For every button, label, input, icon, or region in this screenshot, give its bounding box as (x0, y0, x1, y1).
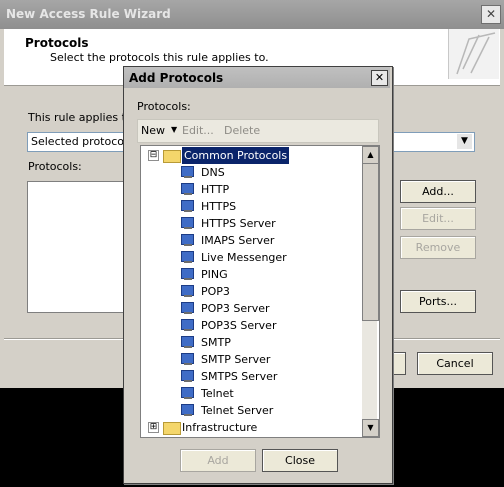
scroll-up-icon[interactable]: ▲ (362, 146, 379, 164)
protocol-icon (180, 199, 195, 213)
protocol-icon (180, 284, 195, 298)
new-dropdown-arrow-icon[interactable]: ▼ (171, 125, 177, 134)
protocol-icon (180, 386, 195, 400)
wizard-title: New Access Rule Wizard (6, 7, 171, 21)
protocol-icon (180, 233, 195, 247)
tree-item[interactable]: IMAPS Server (141, 232, 361, 249)
tree-group-common-protocols[interactable]: ⊟ Common Protocols (141, 147, 361, 164)
scroll-down-icon[interactable]: ▼ (362, 419, 379, 437)
remove-button[interactable]: Remove (400, 236, 476, 259)
tree-item-label: Live Messenger (201, 251, 287, 264)
tree-group-label: Common Protocols (182, 147, 290, 164)
tree-item-label: IMAPS Server (201, 234, 275, 247)
edit-toolbar-button[interactable]: Edit... (182, 124, 214, 137)
tree-item-label: POP3 (201, 285, 230, 298)
wizard-header-graphic-icon (448, 29, 499, 79)
tree-group-label: Infrastructure (182, 421, 258, 434)
tree-item[interactable]: Live Messenger (141, 249, 361, 266)
tree-item[interactable]: Telnet (141, 385, 361, 402)
tree-group-infrastructure[interactable]: ⊞ Infrastructure (141, 419, 361, 436)
protocol-icon (180, 369, 195, 383)
chevron-down-icon[interactable]: ▼ (457, 134, 472, 149)
tree-item[interactable]: SMTP Server (141, 351, 361, 368)
wizard-close-icon[interactable]: ✕ (481, 5, 501, 24)
tree-item[interactable]: POP3 Server (141, 300, 361, 317)
protocol-icon (180, 216, 195, 230)
protocol-icon (180, 182, 195, 196)
tree-item[interactable]: PING (141, 266, 361, 283)
tree-item[interactable]: HTTP (141, 181, 361, 198)
scrollbar-thumb[interactable] (362, 163, 379, 321)
tree-item[interactable]: POP3 (141, 283, 361, 300)
applies-to-value: Selected protocols (31, 135, 133, 148)
tree-item-label: Telnet (201, 387, 234, 400)
add-button[interactable]: Add... (400, 180, 476, 203)
edit-button[interactable]: Edit... (400, 207, 476, 230)
tree-item-label: DNS (201, 166, 225, 179)
protocols-list[interactable] (27, 181, 137, 313)
tree-item[interactable]: DNS (141, 164, 361, 181)
protocol-icon (180, 352, 195, 366)
expand-icon[interactable]: ⊞ (148, 422, 159, 433)
protocol-icon (180, 301, 195, 315)
dialog-protocols-label: Protocols: (137, 100, 191, 113)
applies-to-label: This rule applies to: (28, 111, 137, 124)
tree-item[interactable]: SMTPS Server (141, 368, 361, 385)
tree-item[interactable]: POP3S Server (141, 317, 361, 334)
page-subtitle: Select the protocols this rule applies t… (50, 51, 269, 64)
tree-item-label: Telnet Server (201, 404, 274, 417)
protocol-icon (180, 250, 195, 264)
tree-item[interactable]: Telnet Server (141, 402, 361, 419)
protocol-icon (180, 165, 195, 179)
collapse-icon[interactable]: ⊟ (148, 150, 159, 161)
folder-icon (163, 422, 181, 435)
protocol-icon (180, 267, 195, 281)
protocol-tree[interactable]: ⊟ Common Protocols DNS HTTP HTTPS HTTPS Ser… (140, 145, 380, 438)
protocols-label: Protocols: (28, 160, 82, 173)
tree-item-label: PING (201, 268, 228, 281)
tree-item-label: HTTPS (201, 200, 237, 213)
folder-open-icon (163, 150, 181, 163)
tree-item[interactable]: HTTPS (141, 198, 361, 215)
tree-item-label: POP3S Server (201, 319, 277, 332)
dialog-add-button[interactable]: Add (180, 449, 256, 472)
delete-toolbar-button[interactable]: Delete (224, 124, 260, 137)
tree-item[interactable]: HTTPS Server (141, 215, 361, 232)
new-menu-button[interactable]: New (141, 124, 165, 137)
next-button[interactable] (392, 352, 406, 375)
dialog-title: Add Protocols (129, 71, 224, 85)
page-title: Protocols (25, 36, 89, 50)
protocol-icon (180, 318, 195, 332)
tree-item-label: SMTPS Server (201, 370, 278, 383)
protocol-icon (180, 335, 195, 349)
tree-item-label: SMTP (201, 336, 231, 349)
tree-item-label: HTTP (201, 183, 230, 196)
tree-item-label: HTTPS Server (201, 217, 276, 230)
tree-item[interactable]: SMTP (141, 334, 361, 351)
dialog-close-icon[interactable]: ✕ (371, 70, 388, 86)
tree-item-label: SMTP Server (201, 353, 271, 366)
tree-item-label: POP3 Server (201, 302, 270, 315)
dialog-close-button[interactable]: Close (262, 449, 338, 472)
protocol-icon (180, 403, 195, 417)
ports-button[interactable]: Ports... (400, 290, 476, 313)
cancel-button[interactable]: Cancel (417, 352, 493, 375)
